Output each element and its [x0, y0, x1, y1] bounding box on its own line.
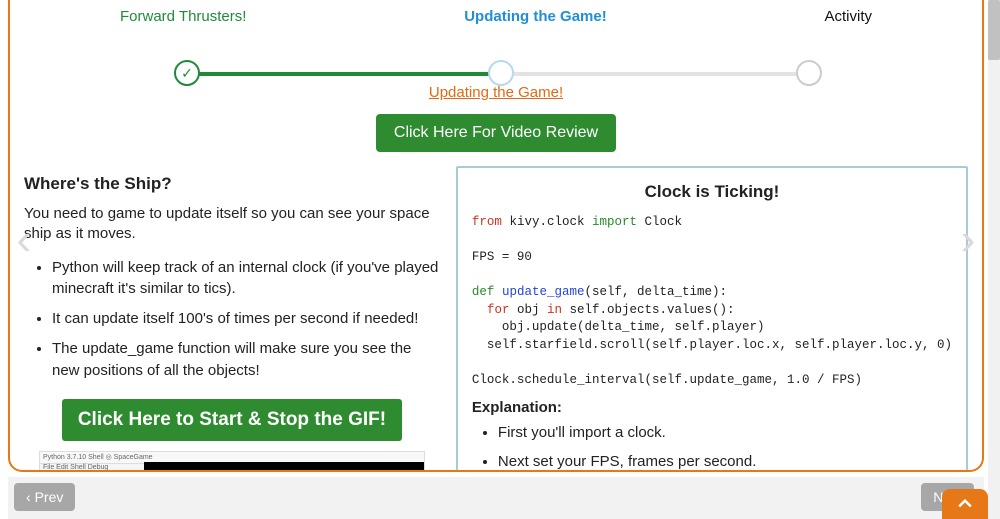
chevron-left-icon: ‹	[17, 215, 32, 265]
prev-button[interactable]: ‹ Prev	[14, 483, 75, 511]
gif-preview-window: Python 3.7.10 Shell ◎ SpaceGame File Edi…	[39, 451, 425, 472]
step-node-done[interactable]: ✓	[174, 60, 200, 86]
step-label-1: Forward Thrusters!	[120, 8, 246, 25]
explanation-list: First you'll import a clock. Next set yo…	[472, 422, 952, 472]
step-label-2: Updating the Game!	[464, 8, 607, 25]
left-intro: You need to game to update itself so you…	[24, 204, 440, 245]
carousel-next-arrow[interactable]: ›	[950, 210, 984, 270]
gif-canvas	[144, 462, 424, 472]
progress-stepper: Forward Thrusters! Updating the Game! Ac…	[10, 0, 982, 78]
code-panel-heading: Clock is Ticking!	[472, 182, 952, 202]
chevron-up-icon	[955, 494, 975, 514]
list-item: First you'll import a clock.	[498, 422, 952, 445]
check-icon: ✓	[181, 65, 193, 82]
stepper-track: ✓	[10, 60, 982, 86]
list-item: The update_game function will make sure …	[52, 338, 440, 382]
left-heading: Where's the Ship?	[24, 174, 440, 194]
list-item: It can update itself 100's of times per …	[52, 308, 440, 330]
video-review-button[interactable]: Click Here For Video Review	[376, 114, 616, 152]
chevron-right-icon: ›	[961, 215, 976, 265]
lesson-card: Forward Thrusters! Updating the Game! Ac…	[8, 0, 984, 472]
list-item: Next set your FPS, frames per second.	[498, 451, 952, 473]
explanation-heading: Explanation:	[472, 399, 952, 416]
scrollbar-track[interactable]	[988, 0, 1000, 519]
code-block: from kivy.clock import Clock FPS = 90 de…	[472, 214, 952, 389]
breadcrumb-active-link[interactable]: Updating the Game!	[429, 84, 563, 101]
carousel-prev-arrow[interactable]: ‹	[8, 210, 42, 270]
step-label-3: Activity	[824, 8, 872, 25]
left-bullet-list: Python will keep track of an internal cl…	[24, 257, 440, 382]
footer-nav-bar: ‹ Prev Next	[8, 477, 984, 519]
step-node-active[interactable]	[488, 60, 514, 86]
code-panel: Clock is Ticking! from kivy.clock import…	[456, 166, 968, 472]
left-column: Where's the Ship? You need to game to up…	[24, 166, 440, 472]
step-node-todo[interactable]	[796, 60, 822, 86]
gif-toggle-button[interactable]: Click Here to Start & Stop the GIF!	[62, 399, 402, 441]
list-item: Python will keep track of an internal cl…	[52, 257, 440, 301]
scroll-to-top-button[interactable]	[942, 489, 988, 519]
scrollbar-thumb[interactable]	[988, 0, 1000, 60]
